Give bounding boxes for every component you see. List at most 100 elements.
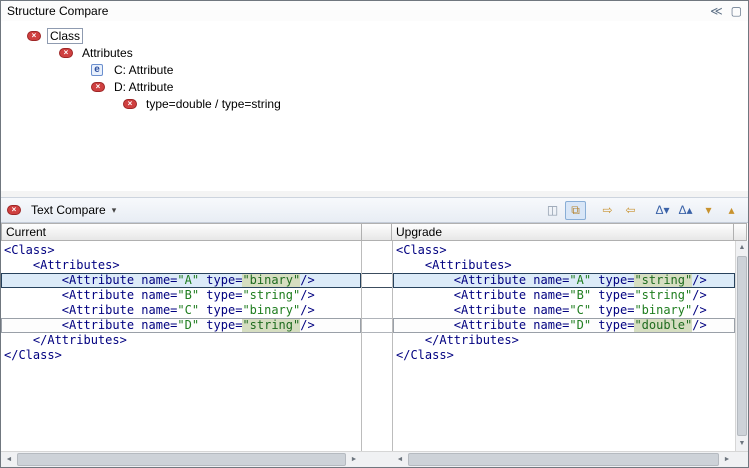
code-text: /> (692, 318, 706, 332)
code-text: "B" (177, 288, 199, 302)
code-text: type= (591, 288, 634, 302)
code-line[interactable]: </Attributes> (1, 333, 361, 348)
code-line[interactable]: <Attribute name="C" type="binary"/> (1, 303, 361, 318)
code-line[interactable]: <Attributes> (393, 258, 735, 273)
code-text: "A" (177, 273, 199, 287)
column-header-gutter (361, 223, 392, 241)
right-code-pane[interactable]: <Class> <Attributes> <Attribute name="A"… (392, 241, 735, 451)
diff-connector-line (362, 318, 392, 319)
tree-item[interactable]: × Attributes (1, 44, 748, 61)
code-text: <Attribute name= (4, 318, 177, 332)
column-header-upgrade: Upgrade (391, 223, 734, 241)
next-change-button[interactable]: ▾ (698, 201, 719, 220)
code-text: <Attributes> (4, 258, 120, 272)
tree-item[interactable]: ×type=double / type=string (1, 95, 748, 112)
scrollbar-gutter-spacer (362, 452, 392, 467)
maximize-pane-icon[interactable]: ▢ (731, 2, 742, 20)
text-compare-toolbar: ◫⧉ ⇨⇦ Δ▾Δ▴▾▴ (542, 201, 742, 220)
vertical-scroll-thumb[interactable] (737, 256, 747, 436)
code-line[interactable]: </Attributes> (393, 333, 735, 348)
vertical-scrollbar[interactable]: ▲ ▼ (735, 241, 748, 451)
text-compare-body: <Class> <Attributes> <Attribute name="A"… (1, 241, 748, 451)
left-horizontal-scroll-thumb[interactable] (17, 453, 346, 466)
diff-word: "double" (634, 318, 692, 332)
left-code-pane[interactable]: <Class> <Attributes> <Attribute name="A"… (1, 241, 362, 451)
chevron-down-icon[interactable]: ▾ (112, 205, 117, 216)
code-line[interactable]: <Attribute name="A" type="string"/> (393, 273, 735, 288)
tree-item-label: C: Attribute (111, 63, 176, 77)
structure-compare-header-icons: ≪▢ (710, 2, 742, 20)
text-compare-title: Text Compare (31, 203, 106, 217)
code-line[interactable]: <Attribute name="B" type="string"/> (393, 288, 735, 303)
code-line[interactable]: <Attribute name="D" type="string"/> (1, 318, 361, 333)
code-text: <Attribute name= (4, 273, 177, 287)
tree-item[interactable]: ×Class (1, 27, 748, 44)
code-text: /> (692, 288, 706, 302)
code-line[interactable]: <Attribute name="A" type="binary"/> (1, 273, 361, 288)
text-compare-header: × Text Compare ▾ ◫⧉⇨⇦Δ▾Δ▴▾▴ (1, 197, 748, 223)
diff-connector-line (362, 332, 392, 333)
tree-item-label: type=double / type=string (143, 97, 284, 111)
attribute-icon: e (91, 64, 103, 76)
code-text: "string" (242, 288, 300, 302)
code-text: /> (692, 273, 706, 287)
tree-item[interactable]: × D: Attribute (1, 78, 748, 95)
collapse-chevrons-icon[interactable]: ≪ (710, 2, 723, 20)
compare-column-headers: Current Upgrade (1, 223, 748, 241)
code-text: <Attribute name= (396, 318, 569, 332)
copy-all-right-to-left-button[interactable]: ⇦ (620, 201, 641, 220)
code-line[interactable]: </Class> (1, 348, 361, 363)
code-line[interactable]: <Attribute name="B" type="string"/> (1, 288, 361, 303)
code-line[interactable]: </Class> (393, 348, 735, 363)
code-line[interactable]: <Attributes> (1, 258, 361, 273)
code-text: <Attributes> (396, 258, 512, 272)
code-text: </Class> (396, 348, 454, 362)
previous-difference-button[interactable]: Δ▴ (675, 201, 696, 220)
diff-connector-line (362, 287, 392, 288)
scroll-left-icon[interactable]: ◄ (1, 452, 17, 467)
code-text: <Class> (4, 243, 55, 257)
scroll-down-icon[interactable]: ▼ (736, 437, 748, 451)
synchronize-scrolling-button[interactable]: ⧉ (565, 201, 586, 220)
code-text: "C" (177, 303, 199, 317)
tree-item-label: Attributes (79, 46, 136, 60)
scroll-left-icon[interactable]: ◄ (392, 452, 408, 467)
code-text: <Class> (396, 243, 447, 257)
right-horizontal-scroll-thumb[interactable] (408, 453, 719, 466)
structure-compare-header: Structure Compare ≪▢ (1, 1, 748, 21)
tree-item[interactable]: e C: Attribute (1, 61, 748, 78)
copy-all-left-to-right-button[interactable]: ⇨ (597, 201, 618, 220)
code-text: "B" (569, 288, 591, 302)
code-line[interactable]: <Attribute name="D" type="double"/> (393, 318, 735, 333)
code-text: type= (591, 303, 634, 317)
two-way-compare-button[interactable]: ◫ (542, 201, 563, 220)
diff-icon: × (91, 82, 105, 92)
code-line[interactable]: <Class> (1, 243, 361, 258)
code-line[interactable]: <Attribute name="C" type="binary"/> (393, 303, 735, 318)
code-text: <Attribute name= (4, 288, 177, 302)
next-difference-button[interactable]: Δ▾ (652, 201, 673, 220)
scroll-right-icon[interactable]: ► (719, 452, 735, 467)
code-text: type= (199, 318, 242, 332)
diff-icon: × (59, 48, 73, 58)
horizontal-scrollbar-row: ◄ ► ◄ ► (1, 451, 748, 467)
code-text: </Attributes> (396, 333, 519, 347)
left-horizontal-scrollbar[interactable]: ◄ ► (1, 452, 362, 467)
code-text: "binary" (634, 303, 692, 317)
right-horizontal-scrollbar[interactable]: ◄ ► (392, 452, 735, 467)
diff-icon: × (7, 205, 21, 215)
code-text: <Attribute name= (396, 273, 569, 287)
diff-word: "binary" (242, 273, 300, 287)
code-text: </Attributes> (4, 333, 127, 347)
code-text: <Attribute name= (4, 303, 177, 317)
diff-word: "string" (634, 273, 692, 287)
code-text: "A" (569, 273, 591, 287)
scroll-up-icon[interactable]: ▲ (736, 241, 748, 255)
code-text: "binary" (242, 303, 300, 317)
scroll-right-icon[interactable]: ► (346, 452, 362, 467)
previous-change-button[interactable]: ▴ (721, 201, 742, 220)
tree-item-label: D: Attribute (111, 80, 176, 94)
code-line[interactable]: <Class> (393, 243, 735, 258)
code-text: </Class> (4, 348, 62, 362)
diff-connector-line (362, 273, 392, 274)
